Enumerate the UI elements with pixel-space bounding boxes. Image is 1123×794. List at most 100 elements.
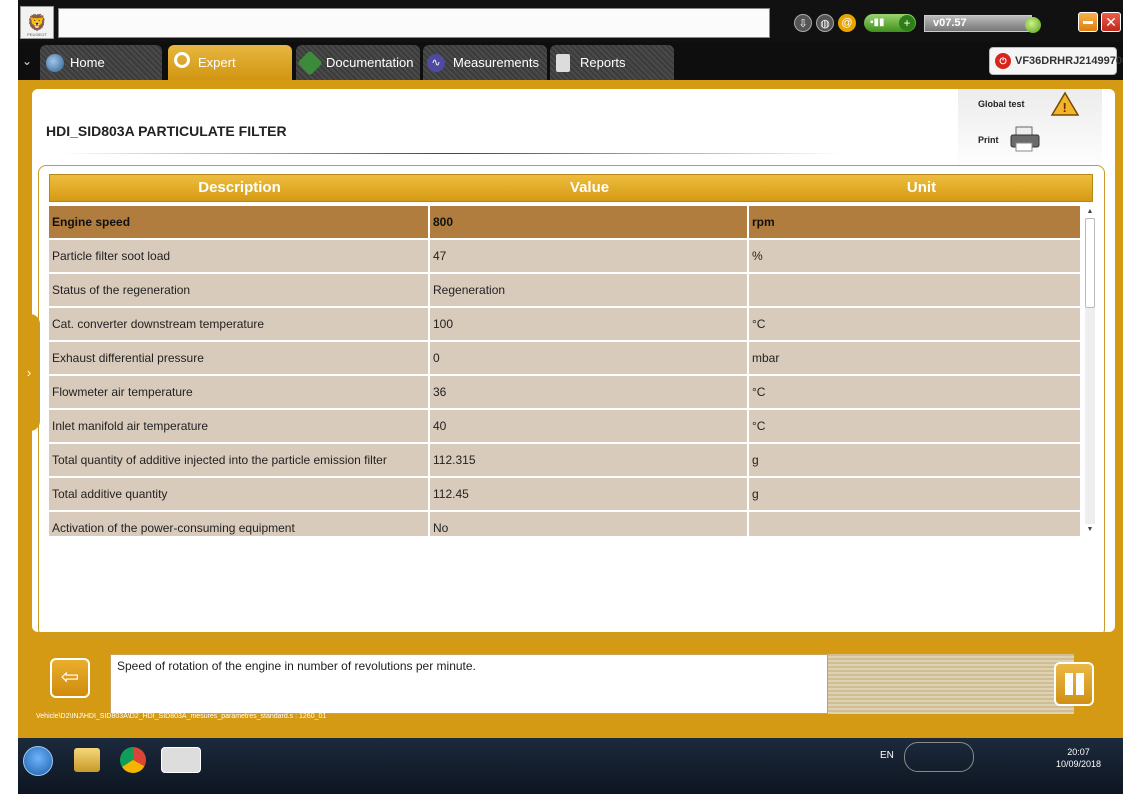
vin-badge[interactable]: ⏻ VF36DRHRJ21499706: [989, 47, 1123, 75]
os-taskbar: EN 20:07 10/09/2018: [18, 738, 1123, 794]
row-value: 112.45: [433, 487, 469, 501]
row-description: Cat. converter downstream temperature: [52, 317, 265, 331]
parameters-table: Description Value Unit Engine speed 800 …: [38, 165, 1105, 637]
system-tray-icons[interactable]: [904, 742, 974, 772]
wave-icon: ∿: [427, 54, 445, 72]
row-value: 36: [433, 385, 447, 399]
tab-measurements[interactable]: ∿ Measurements: [423, 45, 547, 80]
action-panel: Global test ! Print: [958, 89, 1102, 171]
row-description: Inlet manifold air temperature: [52, 419, 209, 433]
row-value: 100: [433, 317, 454, 331]
document-icon: [556, 54, 570, 72]
table-row[interactable]: Total additive quantity 112.45 g: [49, 478, 1080, 510]
row-unit: [749, 274, 1080, 306]
table-header: Description Value Unit: [49, 174, 1093, 202]
tab-expert[interactable]: Expert: [168, 45, 292, 80]
tab-home[interactable]: Home: [40, 45, 162, 80]
system-clock[interactable]: 20:07 10/09/2018: [1056, 746, 1101, 770]
row-unit: g: [752, 487, 759, 501]
at-sign-icon[interactable]: @: [838, 14, 856, 32]
table-row[interactable]: Exhaust differential pressure 0 mbar: [49, 342, 1080, 374]
row-unit: °C: [752, 317, 766, 331]
language-indicator[interactable]: EN: [880, 750, 894, 761]
header-description: Description: [198, 179, 281, 196]
scroll-thumb[interactable]: [1085, 218, 1095, 308]
chevron-down-icon[interactable]: ⌄: [22, 54, 36, 68]
tab-expert-label: Expert: [198, 55, 236, 70]
row-value: Regeneration: [433, 283, 506, 297]
help-text-box: Speed of rotation of the engine in numbe…: [110, 654, 828, 714]
tab-reports-label: Reports: [580, 55, 626, 70]
tab-bar: ⌄ Home Expert Documentation ∿ Measuremen…: [18, 42, 1123, 80]
side-panel-toggle[interactable]: ›: [18, 314, 40, 431]
windows-start-icon[interactable]: [23, 746, 53, 776]
version-indicator: v07.57: [924, 15, 1041, 33]
power-icon: ⏻: [995, 53, 1011, 69]
book-icon: [297, 50, 323, 76]
page-title: HDI_SID803A PARTICULATE FILTER: [46, 123, 287, 139]
tab-reports[interactable]: Reports: [550, 45, 674, 80]
row-unit: g: [752, 453, 759, 467]
warning-icon[interactable]: !: [1050, 91, 1080, 117]
clock-date: 10/09/2018: [1056, 759, 1102, 769]
row-description: Particle filter soot load: [52, 249, 171, 263]
scroll-up-icon[interactable]: ▲: [1084, 206, 1096, 218]
address-bar: [58, 8, 770, 38]
row-value: 47: [433, 249, 447, 263]
main-frame: HDI_SID803A PARTICULATE FILTER Global te…: [18, 80, 1123, 738]
title-bar: 🦁 PEUGEOT ⇩ ◍ @ ▪▮▮ + v07.57 ✕: [18, 0, 1123, 42]
row-description: Status of the regeneration: [52, 283, 191, 297]
arrow-left-icon: ⇦: [60, 664, 80, 689]
tab-documentation[interactable]: Documentation: [296, 45, 420, 80]
row-value: 0: [433, 351, 440, 365]
table-row[interactable]: Total quantity of additive injected into…: [49, 444, 1080, 476]
printer-icon[interactable]: [1008, 125, 1042, 153]
close-button[interactable]: ✕: [1101, 12, 1121, 32]
title-divider: [62, 153, 842, 154]
row-description: Exhaust differential pressure: [52, 351, 204, 365]
plus-icon: +: [899, 15, 915, 31]
row-unit: mbar: [752, 351, 780, 365]
tab-documentation-label: Documentation: [326, 55, 414, 70]
version-label: v07.57: [933, 17, 967, 29]
row-description: Total additive quantity: [52, 487, 168, 501]
table-scrollbar[interactable]: ▲ ▼: [1084, 206, 1096, 536]
header-value: Value: [569, 179, 610, 196]
table-body: Engine speed 800 rpm Particle filter soo…: [49, 206, 1080, 536]
content-panel: HDI_SID803A PARTICULATE FILTER Global te…: [18, 89, 1115, 637]
row-value: No: [433, 521, 449, 535]
table-row[interactable]: Activation of the power-consuming equipm…: [49, 512, 1080, 536]
pause-button[interactable]: [1054, 662, 1094, 706]
back-button[interactable]: ⇦: [50, 658, 90, 698]
peugeot-logo-icon: 🦁 PEUGEOT: [20, 6, 54, 39]
header-unit: Unit: [906, 179, 937, 196]
global-test-label[interactable]: Global test: [978, 99, 1025, 109]
file-explorer-icon[interactable]: [74, 748, 100, 772]
network-icon[interactable]: ◍: [816, 14, 834, 32]
row-description: Engine speed: [52, 215, 131, 229]
table-row[interactable]: Engine speed 800 rpm: [49, 206, 1080, 238]
diagnostic-app-window: 🦁 PEUGEOT ⇩ ◍ @ ▪▮▮ + v07.57 ✕ ⌄ Home Expe…: [18, 0, 1123, 794]
globe-icon: [46, 54, 64, 72]
row-description: Activation of the power-consuming equipm…: [52, 521, 295, 535]
row-value: 800: [433, 215, 454, 229]
table-row[interactable]: Inlet manifold air temperature 40 °C: [49, 410, 1080, 442]
connection-status-icon[interactable]: ▪▮▮ +: [864, 14, 916, 32]
row-description: Flowmeter air temperature: [52, 385, 193, 399]
minimize-button[interactable]: [1078, 12, 1098, 32]
decorative-stripes: [828, 654, 1074, 714]
table-row[interactable]: Particle filter soot load 47 %: [49, 240, 1080, 272]
chrome-icon[interactable]: [120, 747, 146, 773]
diagbox-taskbar-icon[interactable]: [161, 747, 201, 773]
scroll-down-icon[interactable]: ▼: [1084, 524, 1096, 536]
status-light-icon: [1025, 17, 1041, 33]
svg-text:!: !: [1063, 100, 1067, 115]
table-row[interactable]: Flowmeter air temperature 36 °C: [49, 376, 1080, 408]
row-unit: [749, 512, 1080, 536]
print-label[interactable]: Print: [978, 135, 999, 145]
tab-measurements-label: Measurements: [453, 55, 539, 70]
table-row[interactable]: Status of the regeneration Regeneration: [49, 274, 1080, 306]
table-row[interactable]: Cat. converter downstream temperature 10…: [49, 308, 1080, 340]
download-icon[interactable]: ⇩: [794, 14, 812, 32]
row-value: 112.315: [433, 453, 476, 467]
